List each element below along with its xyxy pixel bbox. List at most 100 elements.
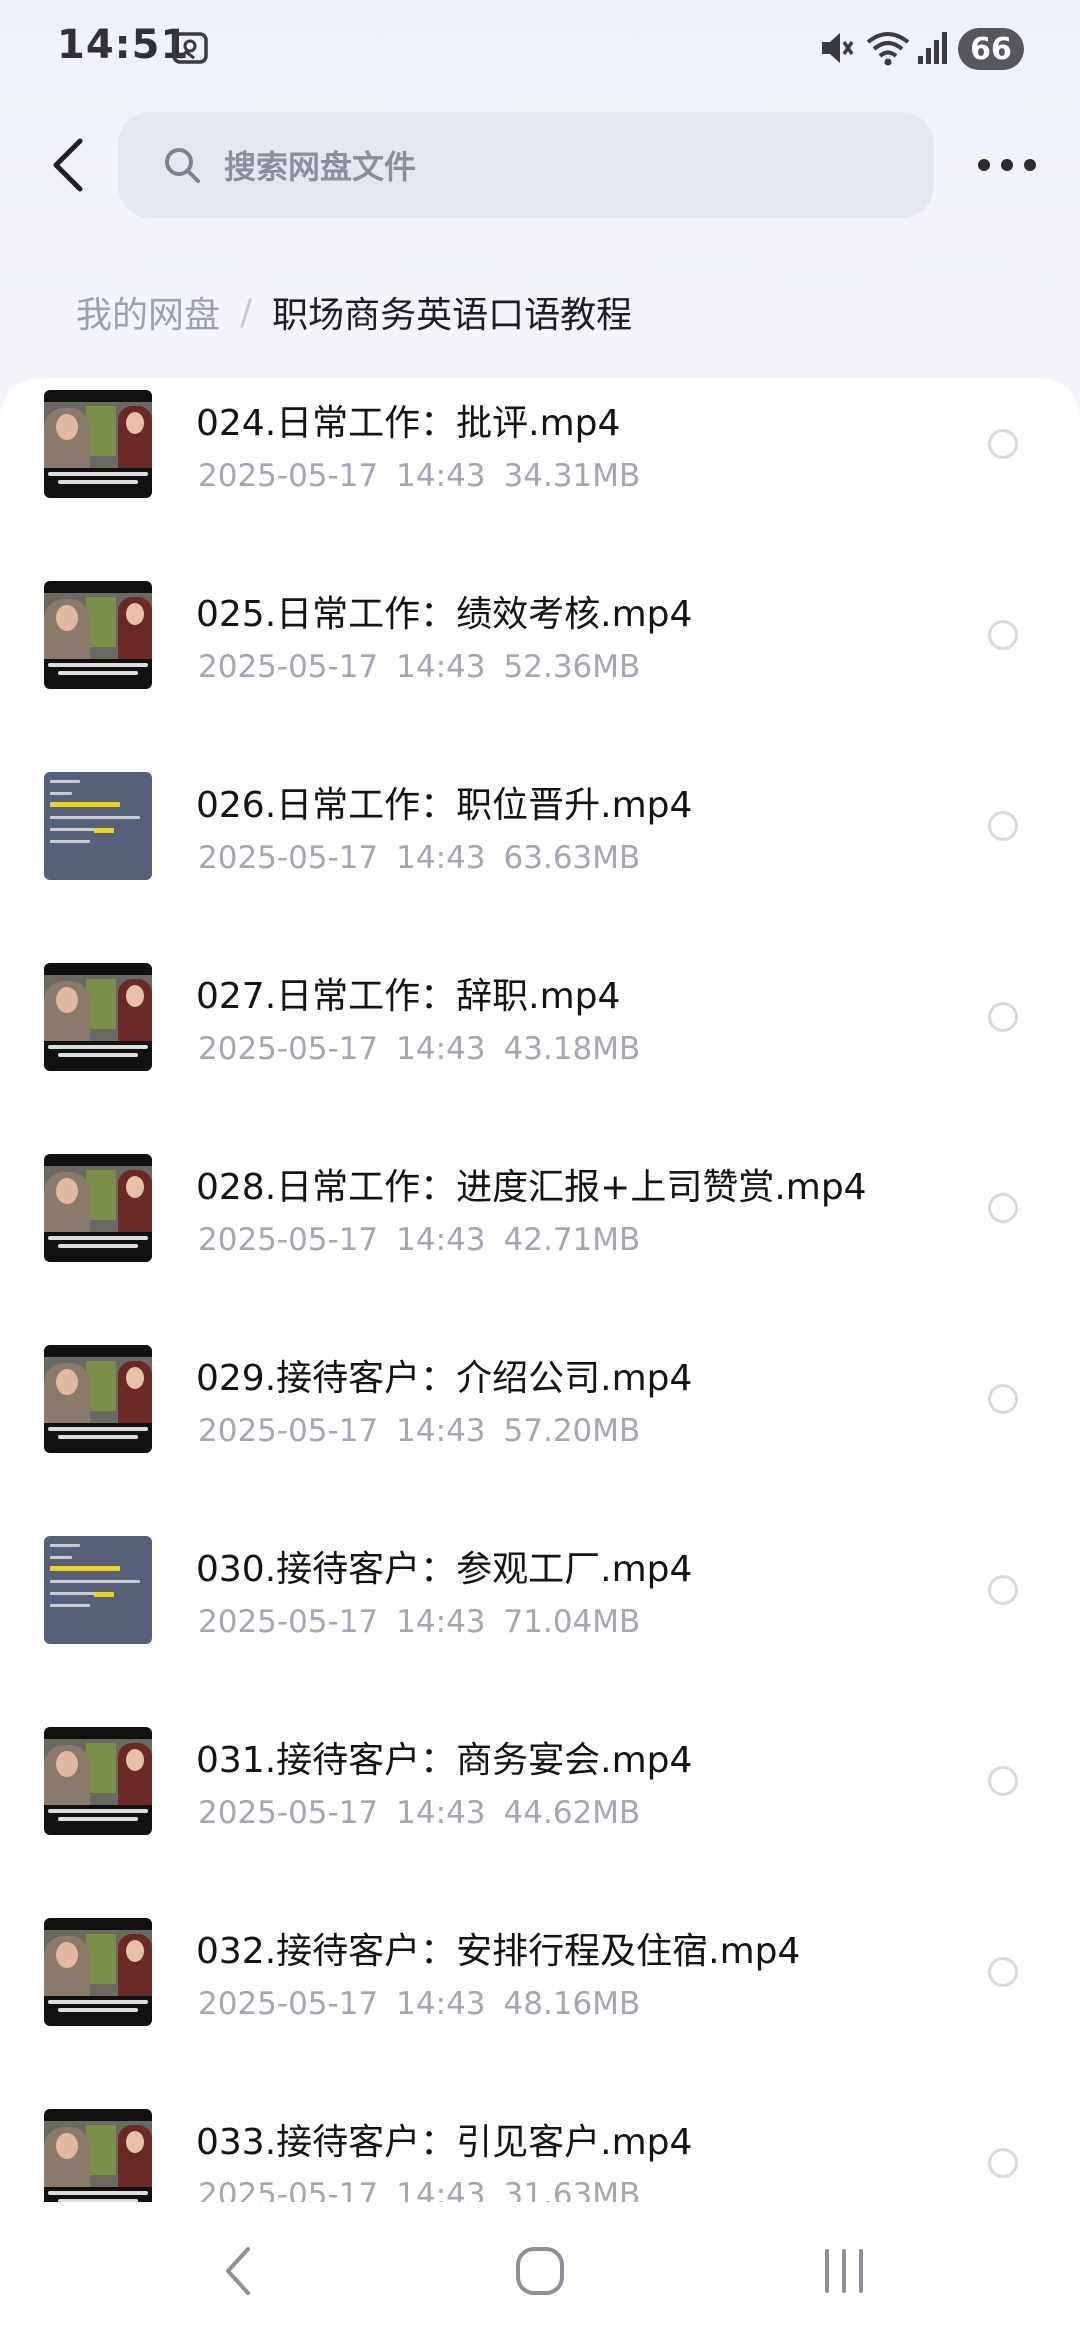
file-meta: 2025-05-17 14:43 31.63MB [198,2177,640,2202]
file-time: 14:43 [396,1222,486,1258]
file-date: 2025-05-17 [198,458,379,494]
breadcrumb: 我的网盘 / 职场商务英语口语教程 [76,284,632,340]
select-checkbox[interactable] [988,1575,1018,1605]
file-time: 14:43 [396,458,486,494]
nav-back-icon [226,2247,250,2295]
file-time: 14:43 [396,840,486,876]
select-checkbox[interactable] [988,429,1018,459]
video-thumbnail [44,1154,152,1262]
file-date: 2025-05-17 [198,1031,379,1067]
file-row[interactable]: 032.接待客户：安排行程及住宿.mp4 2025-05-17 14:43 48.16… [0,1906,1080,2097]
file-row[interactable]: 026.日常工作：职位晋升.mp4 2025-05-17 14:43 63.63MB [0,760,1080,951]
select-checkbox[interactable] [988,1193,1018,1223]
file-size: 44.62MB [503,1795,641,1831]
file-row[interactable]: 030.接待客户：参观工厂.mp4 2025-05-17 14:43 71.04MB [0,1524,1080,1715]
back-arrow-icon [53,138,83,192]
file-meta: 2025-05-17 14:43 71.04MB [198,1604,640,1640]
video-thumbnail [44,1345,152,1453]
file-size: 71.04MB [503,1604,641,1640]
file-meta: 2025-05-17 14:43 34.31MB [198,458,640,494]
file-row[interactable]: 025.日常工作：绩效考核.mp4 2025-05-17 14:43 52.36MB [0,569,1080,760]
video-thumbnail [44,2109,152,2202]
battery-indicator: 66 [958,28,1024,70]
file-name: 033.接待客户：引见客户.mp4 [196,2122,693,2163]
file-size: 57.20MB [503,1413,641,1449]
screenshot-icon [172,32,208,64]
file-date: 2025-05-17 [198,1604,379,1640]
status-bar: 14:51 66 [0,0,1080,100]
select-checkbox[interactable] [988,1766,1018,1796]
file-time: 14:43 [396,2177,486,2202]
file-date: 2025-05-17 [198,1413,379,1449]
file-name: 027.日常工作：辞职.mp4 [196,976,621,1017]
slide-thumbnail [44,772,152,880]
back-button[interactable] [36,128,100,202]
file-name: 032.接待客户：安排行程及住宿.mp4 [196,1931,801,1972]
nav-back-button[interactable] [198,2236,278,2306]
file-name: 029.接待客户：介绍公司.mp4 [196,1358,693,1399]
file-size: 63.63MB [503,840,641,876]
nav-home-icon [516,2247,564,2295]
select-checkbox[interactable] [988,811,1018,841]
file-name: 024.日常工作：批评.mp4 [196,403,621,444]
file-date: 2025-05-17 [198,840,379,876]
video-thumbnail [44,1918,152,2026]
select-checkbox[interactable] [988,2148,1018,2178]
file-date: 2025-05-17 [198,1986,379,2022]
file-time: 14:43 [396,1031,486,1067]
file-row[interactable]: 029.接待客户：介绍公司.mp4 2025-05-17 14:43 57.20MB [0,1333,1080,1524]
file-size: 34.31MB [503,458,641,494]
select-checkbox[interactable] [988,1957,1018,1987]
file-meta: 2025-05-17 14:43 48.16MB [198,1986,640,2022]
video-thumbnail [44,1727,152,1835]
file-size: 43.18MB [503,1031,641,1067]
more-options-button[interactable] [970,140,1044,190]
file-name: 031.接待客户：商务宴会.mp4 [196,1740,693,1781]
breadcrumb-root[interactable]: 我的网盘 [76,286,220,338]
file-meta: 2025-05-17 14:43 42.71MB [198,1222,640,1258]
file-meta: 2025-05-17 14:43 63.63MB [198,840,640,876]
file-name: 030.接待客户：参观工厂.mp4 [196,1549,693,1590]
signal-icon [918,32,947,64]
file-name: 026.日常工作：职位晋升.mp4 [196,785,693,826]
file-time: 14:43 [396,1986,486,2022]
wifi-icon [866,32,910,66]
file-meta: 2025-05-17 14:43 43.18MB [198,1031,640,1067]
more-dot-icon [1001,159,1013,171]
select-checkbox[interactable] [988,1384,1018,1414]
file-time: 14:43 [396,1413,486,1449]
file-list: 024.日常工作：批评.mp4 2025-05-17 14:43 34.31MB 025… [0,378,1080,2202]
file-date: 2025-05-17 [198,1222,379,1258]
file-name: 028.日常工作：进度汇报+上司赞赏.mp4 [196,1167,867,1208]
file-size: 42.71MB [503,1222,641,1258]
search-icon [165,148,200,183]
file-row[interactable]: 028.日常工作：进度汇报+上司赞赏.mp4 2025-05-17 14:43 42.… [0,1142,1080,1333]
slide-thumbnail [44,1536,152,1644]
video-thumbnail [44,963,152,1071]
file-name: 025.日常工作：绩效考核.mp4 [196,594,693,635]
file-meta: 2025-05-17 14:43 52.36MB [198,649,640,685]
file-row[interactable]: 031.接待客户：商务宴会.mp4 2025-05-17 14:43 44.62MB [0,1715,1080,1906]
file-size: 52.36MB [503,649,641,685]
file-date: 2025-05-17 [198,1795,379,1831]
breadcrumb-current: 职场商务英语口语教程 [272,295,633,336]
file-row[interactable]: 027.日常工作：辞职.mp4 2025-05-17 14:43 43.18MB [0,951,1080,1142]
select-checkbox[interactable] [988,620,1018,650]
file-row[interactable]: 033.接待客户：引见客户.mp4 2025-05-17 14:43 31.63MB [0,2097,1080,2202]
file-date: 2025-05-17 [198,649,379,685]
mute-icon [822,33,854,63]
file-meta: 2025-05-17 14:43 44.62MB [198,1795,640,1831]
file-row[interactable]: 024.日常工作：批评.mp4 2025-05-17 14:43 34.31MB [0,378,1080,569]
video-thumbnail [44,581,152,689]
nav-recents-icon [825,2249,863,2293]
more-dot-icon [978,159,990,171]
nav-home-button[interactable] [500,2236,580,2306]
nav-recents-button[interactable] [804,2236,884,2306]
search-input[interactable]: 搜索网盘文件 [118,112,934,218]
video-thumbnail [44,390,152,498]
file-meta: 2025-05-17 14:43 57.20MB [198,1413,640,1449]
breadcrumb-separator: / [240,291,253,333]
file-size: 31.63MB [503,2177,641,2202]
select-checkbox[interactable] [988,1002,1018,1032]
system-nav-bar [0,2202,1080,2340]
